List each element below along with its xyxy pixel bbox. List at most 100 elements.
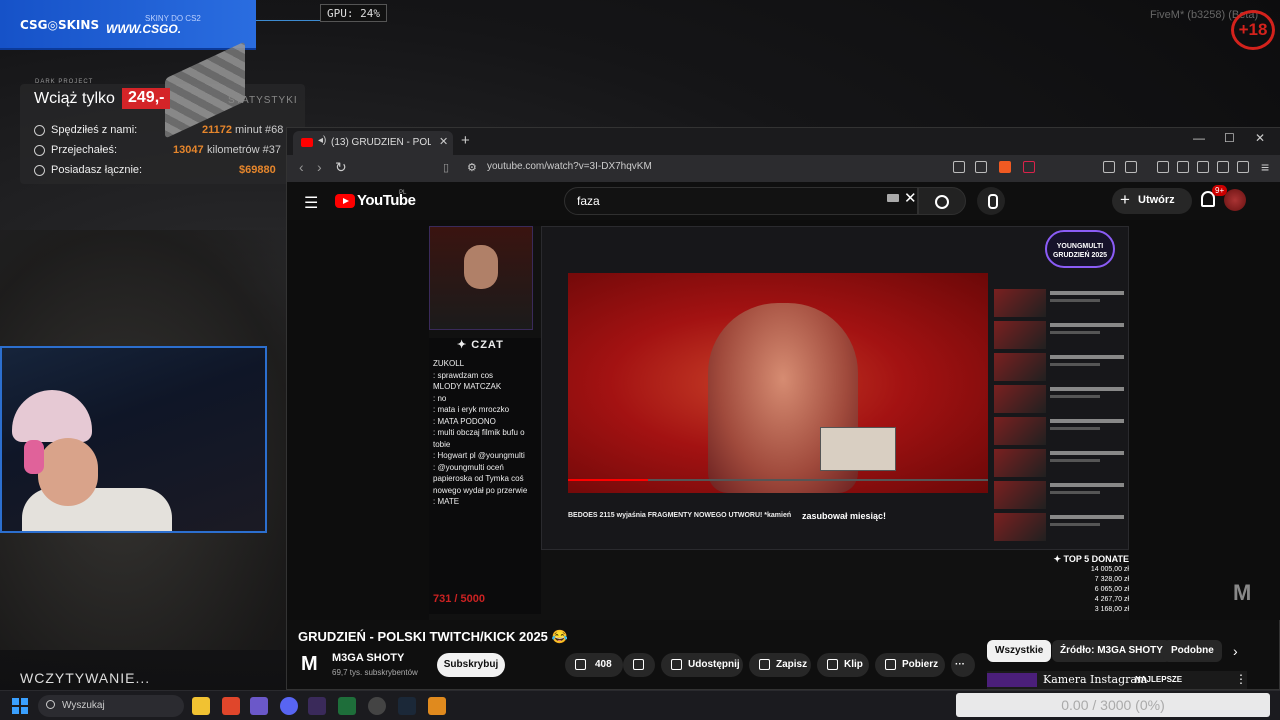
dislike-button[interactable] <box>623 653 655 677</box>
gpu-divider <box>256 20 320 21</box>
voice-search-button[interactable] <box>977 187 1005 215</box>
headphones-icon <box>24 440 44 474</box>
stream-screen: BEDOES 2115 wyjaśnia FRAGMENTY NOWEGO UT… <box>541 226 1129 550</box>
nzxt-icon[interactable] <box>308 697 326 715</box>
youtube-favicon-icon <box>301 138 313 147</box>
goal-progress: 0.00 / 3000 (0%) <box>956 693 1270 717</box>
chat-line: : multi obczaj filmik bufu o tobie <box>433 428 525 449</box>
donate-amount: 3 168,00 zł <box>1094 606 1129 613</box>
video-frame: ✦ CZAT ZUKOLL : sprawdzam cos MLODY MATC… <box>429 226 1129 620</box>
cast-icon[interactable] <box>953 161 965 173</box>
youtube-logo-text[interactable]: YouTube <box>357 192 416 209</box>
share-label: Udostępnij <box>688 659 740 670</box>
tab-youtube[interactable]: ◂) (13) GRUDZIEŃ - POLSKI TWIT ✕ <box>293 131 453 155</box>
channel-name[interactable]: M3GA SHOTY <box>332 652 404 664</box>
clip-label: Klip <box>844 659 863 670</box>
app-icon[interactable] <box>368 697 386 715</box>
inner-rec-line <box>1050 523 1100 526</box>
close-tab-icon[interactable]: ✕ <box>439 135 448 148</box>
stat-row-money: Posiadasz łącznie: $69880 <box>34 164 294 180</box>
screenshot-icon[interactable] <box>1125 161 1137 173</box>
menu-icon[interactable]: ≡ <box>1261 159 1269 175</box>
account-avatar[interactable] <box>1224 189 1246 211</box>
channel-avatar[interactable]: M <box>301 653 323 675</box>
share-button[interactable]: Udostępnij <box>661 653 743 677</box>
chips-next-icon[interactable]: › <box>1233 643 1238 659</box>
inner-video <box>568 273 988 493</box>
stat-value: $69880 <box>239 164 276 176</box>
twitch-badge: YOUNGMULTI GRUDZIEŃ 2025 <box>1045 230 1115 268</box>
steam-icon[interactable] <box>398 697 416 715</box>
extension-icon[interactable] <box>1103 161 1115 173</box>
clear-search-icon[interactable]: ✕ <box>904 189 917 207</box>
file-explorer-icon[interactable] <box>192 697 210 715</box>
reload-icon[interactable]: ↻ <box>335 159 347 176</box>
inner-pip <box>820 427 896 471</box>
wallet-icon <box>34 165 45 176</box>
stat-unit: kilometrów #37 <box>207 144 281 156</box>
sidebar-icon[interactable] <box>1177 161 1189 173</box>
stat-row-time: Spędziłeś z nami: 21172 minut #68 <box>34 124 294 140</box>
channel-subscribers: 69,7 tys. subskrybentów <box>332 668 418 677</box>
speaker-icon[interactable]: ◂) <box>318 135 326 146</box>
inner-rec-item <box>994 449 1124 477</box>
taskbar: Wyszukaj 0.00 / 3000 (0%) <box>0 690 1280 720</box>
vpn-icon[interactable] <box>1237 161 1249 173</box>
search-button[interactable] <box>918 187 966 215</box>
youtube-logo-icon[interactable] <box>335 194 355 208</box>
inner-rec-item <box>994 289 1124 317</box>
download-button[interactable]: Pobierz <box>875 653 945 677</box>
maximize-button[interactable]: ☐ <box>1224 131 1235 145</box>
kebab-menu-icon[interactable]: ⋮ <box>1235 672 1247 686</box>
teams-icon[interactable] <box>250 697 268 715</box>
chat-line: : MATA PODONO <box>433 416 496 426</box>
rewards-icon[interactable] <box>1023 161 1035 173</box>
video-player[interactable]: ✦ CZAT ZUKOLL : sprawdzam cos MLODY MATC… <box>287 220 1280 620</box>
leo-icon[interactable] <box>1217 161 1229 173</box>
forward-icon[interactable]: › <box>317 159 322 175</box>
create-button[interactable]: + Utwórz <box>1112 188 1192 214</box>
keyboard-icon[interactable] <box>887 194 899 202</box>
fivem-icon[interactable] <box>428 697 446 715</box>
plus-icon: + <box>1120 190 1130 209</box>
stat-unit: minut #68 <box>235 124 284 136</box>
site-info-icon[interactable]: ⚙ <box>467 161 477 174</box>
brave-browser-icon[interactable] <box>222 697 240 715</box>
scissors-icon <box>827 659 838 670</box>
share-icon[interactable] <box>975 161 987 173</box>
guide-menu-icon[interactable]: ☰ <box>304 193 318 213</box>
url-text[interactable]: youtube.com/watch?v=3I-DX7hqvKM <box>487 161 652 172</box>
subscribe-button[interactable]: Subskrybuj <box>437 653 505 677</box>
chip-source[interactable]: Źródło: M3GA SHOTY <box>1052 640 1171 662</box>
inner-rec-line <box>1050 331 1100 334</box>
chip-all[interactable]: Wszystkie <box>987 640 1052 662</box>
chip-similar[interactable]: Podobne <box>1163 640 1222 662</box>
minimize-button[interactable]: — <box>1193 131 1205 145</box>
save-button[interactable]: Zapisz <box>749 653 811 677</box>
excel-icon[interactable] <box>338 697 356 715</box>
new-tab-button[interactable]: + <box>461 132 470 149</box>
discord-icon[interactable] <box>280 697 298 715</box>
close-window-button[interactable]: ✕ <box>1255 131 1265 145</box>
tab-bar: ◂) (13) GRUDZIEŃ - POLSKI TWIT ✕ + — ☐ ✕ <box>287 128 1280 155</box>
bookmark-icon[interactable]: ▯ <box>443 161 449 174</box>
search-value: faza <box>577 194 600 208</box>
brave-shield-icon[interactable] <box>999 161 1011 173</box>
stream-webcam-face <box>464 245 498 289</box>
more-actions-button[interactable]: ··· <box>951 653 975 677</box>
stat-label: Spędziłeś z nami: <box>51 124 138 136</box>
windows-start-icon[interactable] <box>12 698 28 714</box>
donate-amount: 14 005,00 zł <box>1090 566 1129 573</box>
taskbar-search[interactable]: Wyszukaj <box>38 695 184 717</box>
back-icon[interactable]: ‹ <box>299 159 304 175</box>
wallet-icon[interactable] <box>1197 161 1209 173</box>
search-input[interactable]: faza <box>564 187 918 215</box>
music-icon[interactable] <box>1157 161 1169 173</box>
recommended-item[interactable]: Kamera Instagram NAJLEPSZE ⋮ <box>987 671 1247 689</box>
clip-button[interactable]: Klip <box>817 653 869 677</box>
like-button[interactable]: 408 <box>565 653 623 677</box>
chat-messages: ZUKOLL : sprawdzam cos MLODY MATCZAK : n… <box>433 358 537 508</box>
chat-line: : MATE <box>433 497 460 506</box>
gpu-readout: GPU: 24% <box>320 4 387 22</box>
inner-video-title: BEDOES 2115 wyjaśnia FRAGMENTY NOWEGO UT… <box>568 512 792 519</box>
